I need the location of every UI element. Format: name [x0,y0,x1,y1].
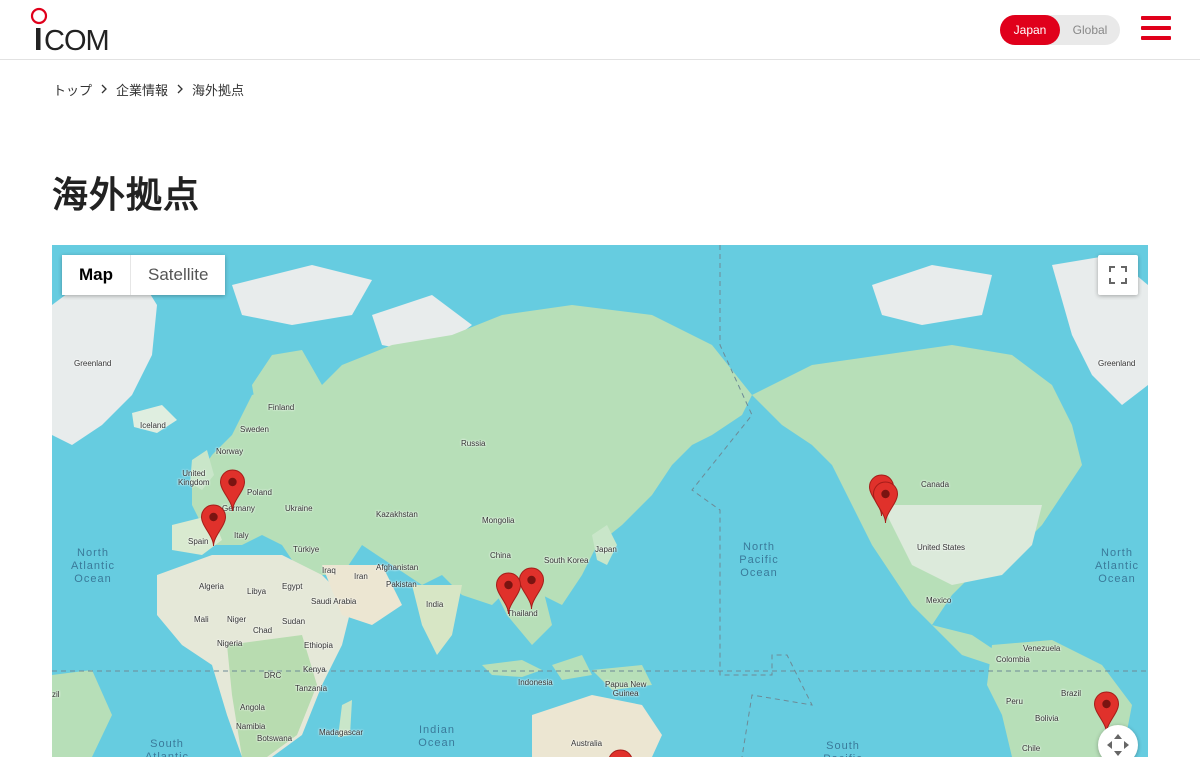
country-label: Italy [234,531,249,540]
country-label: Bolivia [1035,714,1059,723]
country-label: Poland [247,488,272,497]
ocean-label: North Atlantic Ocean [1094,547,1140,585]
country-label: Mongolia [482,516,515,525]
country-label: Greenland [1098,359,1136,368]
country-label: DRC [264,671,282,680]
country-label: Finland [268,403,295,412]
country-label: Türkiye [293,545,320,554]
country-label: Namibia [236,722,266,731]
country-label: Iraq [322,566,336,575]
breadcrumb-company[interactable]: 企業情報 [116,80,168,99]
country-label: Canada [921,480,950,489]
icom-logo[interactable]: COM [28,6,124,57]
country-label: Colombia [996,655,1030,664]
breadcrumb-top[interactable]: トップ [53,80,92,99]
country-label: Kenya [303,665,326,674]
country-label: Iran [354,572,368,581]
country-label: Sweden [240,425,269,434]
map-type-control: Map Satellite [62,255,226,295]
country-label: Algeria [199,582,224,591]
location-marker-icon[interactable] [607,749,634,757]
lang-global-button[interactable]: Global [1060,15,1120,45]
country-label: United Kingdom [178,469,210,487]
page-title: 海外拠点 [52,175,201,216]
country-label: Egypt [282,582,303,591]
country-label: United States [917,543,966,552]
location-marker-icon[interactable] [200,504,227,547]
country-label: Niger [227,615,247,624]
country-label: Mexico [926,596,952,605]
camera-control-icon[interactable] [1098,725,1138,757]
country-label: South Korea [544,556,589,565]
country-label: China [490,551,511,560]
ocean-label: South Pacific [823,740,861,757]
country-label: Peru [1006,697,1023,706]
country-label: Papua New Guinea [605,680,647,698]
country-label: Iceland [140,421,166,430]
country-label: Afghanistan [376,563,419,572]
country-label: Tanzania [295,684,328,693]
country-label: Mali [194,615,209,624]
world-map[interactable]: North Atlantic Ocean North Pacific Ocean… [52,245,1148,757]
country-label: Kazakhstan [376,510,418,519]
map-basemap [52,245,1148,757]
ocean-label: South Atlantic [144,738,190,757]
country-label: Saudi Arabia [311,597,357,606]
breadcrumb-current: 海外拠点 [192,83,245,99]
country-label: Chile [1022,744,1041,753]
ocean-label: North Pacific Ocean [739,541,779,579]
country-label: Madagascar [319,728,364,737]
language-toggle[interactable]: Japan Global [1000,15,1120,45]
breadcrumb: トップ 企業情報 海外拠点 [53,80,245,99]
chevron-right-icon [168,80,192,98]
location-marker-icon[interactable] [518,567,545,610]
country-label: Russia [461,439,486,448]
location-marker-icon[interactable] [872,481,899,524]
svg-text:COM: COM [44,25,109,54]
country-label: Sudan [282,617,306,626]
country-label: zil [52,690,60,699]
ocean-label: North Atlantic Ocean [70,547,116,585]
fullscreen-icon[interactable] [1098,255,1138,295]
country-label: Nigeria [217,639,243,648]
country-label: Ethiopia [304,641,333,650]
location-marker-icon[interactable] [495,572,522,615]
hamburger-menu-icon[interactable] [1141,16,1171,44]
country-label: Libya [247,587,267,596]
map-type-map-button[interactable]: Map [62,255,131,295]
country-label: Angola [240,703,265,712]
map-type-satellite-button[interactable]: Satellite [131,255,226,295]
country-label: Ukraine [285,504,313,513]
chevron-right-icon [92,80,116,98]
country-label: Brazil [1061,689,1082,698]
country-label: Norway [216,447,244,456]
lang-japan-button[interactable]: Japan [1000,15,1060,45]
country-label: India [426,600,444,609]
country-label: Chad [253,626,273,635]
country-label: Australia [571,739,603,748]
country-label: Indonesia [518,678,553,687]
country-label: Pakistan [386,580,417,589]
ocean-label: Indian Ocean [418,724,456,749]
country-label: Botswana [257,734,293,743]
country-label: Venezuela [1023,644,1061,653]
country-label: Japan [595,545,617,554]
country-label: Greenland [74,359,112,368]
site-header: COM Japan Global [0,0,1200,60]
